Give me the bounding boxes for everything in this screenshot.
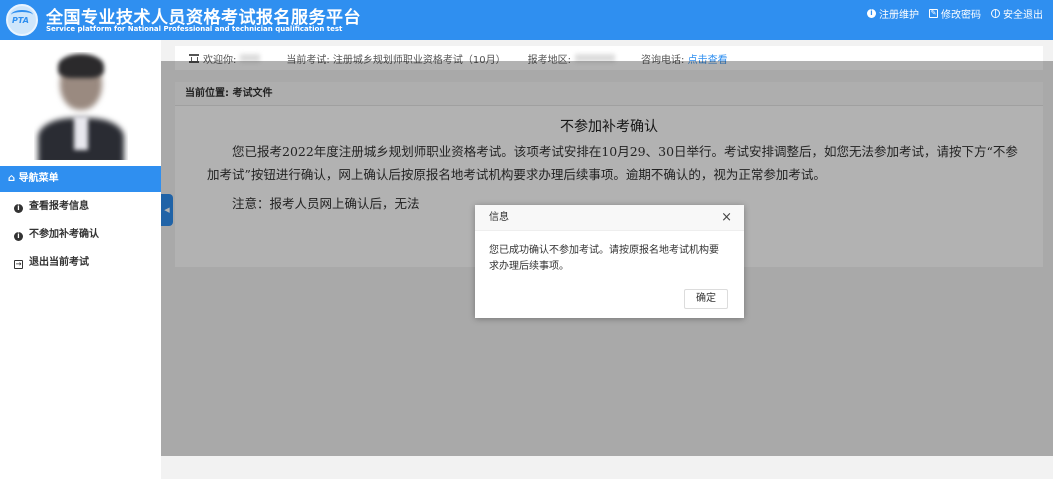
- avatar: [34, 52, 128, 160]
- dialog-header: 信息 ×: [475, 205, 744, 231]
- sidebar-item-no-makeup[interactable]: i 不参加补考确认: [0, 222, 161, 248]
- info-icon: i: [14, 204, 23, 213]
- change-password-link[interactable]: ✎ 修改密码: [929, 6, 981, 21]
- exit-icon: →: [14, 260, 23, 269]
- info-icon: i: [867, 9, 876, 18]
- logout-link[interactable]: | 安全退出: [991, 6, 1043, 21]
- edit-icon: ✎: [929, 9, 938, 18]
- register-maintain-link[interactable]: i 注册维护: [867, 6, 919, 21]
- info-dialog: 信息 × 您已成功确认不参加考试。请按原报名地考试机构要求办理后续事项。 确定: [475, 205, 744, 318]
- dialog-title: 信息: [489, 212, 509, 223]
- dialog-message: 您已成功确认不参加考试。请按原报名地考试机构要求办理后续事项。: [489, 245, 719, 272]
- confirm-button[interactable]: 确定: [684, 289, 728, 309]
- header-links: i 注册维护 ✎ 修改密码 | 安全退出: [867, 6, 1043, 21]
- sidebar: ⌂ 导航菜单 i 查看报考信息 i 不参加补考确认 → 退出当前考试: [0, 40, 161, 479]
- sidebar-item-exit-exam[interactable]: → 退出当前考试: [0, 250, 161, 276]
- power-icon: |: [991, 9, 1000, 18]
- site-subtitle: Service platform for National Profession…: [46, 25, 343, 33]
- pta-logo-icon: PTA: [6, 4, 38, 36]
- top-header: PTA 全国专业技术人员资格考试报名服务平台 Service platform …: [0, 0, 1053, 40]
- sidebar-item-view-info[interactable]: i 查看报考信息: [0, 194, 161, 220]
- info-icon: i: [14, 232, 23, 241]
- close-icon[interactable]: ×: [721, 205, 732, 231]
- nav-menu-header: ⌂ 导航菜单: [0, 166, 161, 192]
- home-icon: ⌂: [8, 173, 16, 184]
